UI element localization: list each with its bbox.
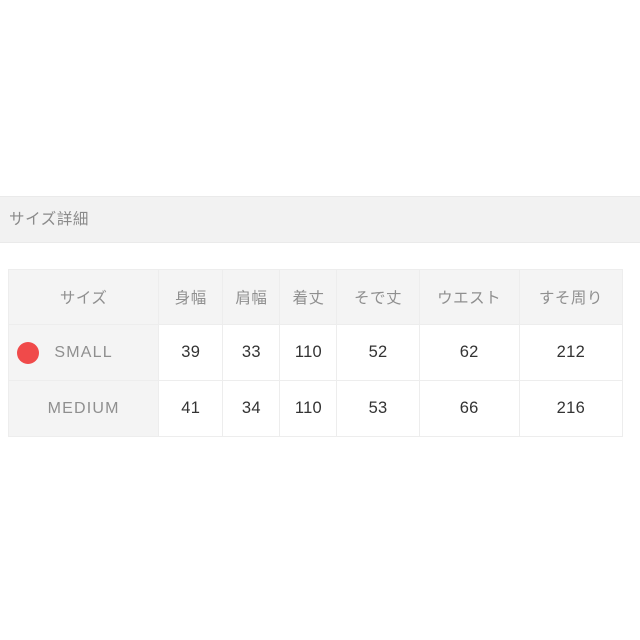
section-header-band: サイズ詳細 [0,196,640,243]
column-header-size: サイズ [7,269,160,325]
band-table-gap [0,243,640,269]
table-header: サイズ 身幅 肩幅 着丈 そで丈 ウエスト すそ周り [7,269,624,325]
size-table-container: サイズ 身幅 肩幅 着丈 そで丈 ウエスト すそ周り SMALL 39 33 1… [7,269,624,437]
cell-hem-circumference: 212 [518,324,624,381]
size-label: SMALL [54,343,113,361]
row-size-label-cell: MEDIUM [7,380,160,437]
size-detail-table: サイズ 身幅 肩幅 着丈 そで丈 ウエスト すそ周り SMALL 39 33 1… [7,269,624,437]
row-size-label-cell: SMALL [7,324,160,381]
top-whitespace [0,0,640,196]
table-row[interactable]: MEDIUM 41 34 110 53 66 216 [7,380,624,437]
cell-garment-length: 110 [279,324,338,381]
cell-garment-length: 110 [279,380,338,437]
selected-size-dot-icon [17,341,39,364]
cell-body-width: 39 [158,324,224,381]
cell-hem-circumference: 216 [518,380,624,437]
column-header-body-width: 身幅 [158,269,224,325]
cell-sleeve-length: 52 [336,324,420,381]
column-header-waist: ウエスト [418,269,520,325]
column-header-garment-length: 着丈 [279,269,338,325]
table-row[interactable]: SMALL 39 33 110 52 62 212 [7,324,624,381]
size-label: MEDIUM [47,399,120,417]
table-header-row: サイズ 身幅 肩幅 着丈 そで丈 ウエスト すそ周り [7,269,624,325]
cell-waist: 66 [418,380,520,437]
column-header-shoulder-width: 肩幅 [222,269,281,325]
column-header-hem-circumference: すそ周り [518,269,624,325]
section-title: サイズ詳細 [9,210,90,228]
column-header-sleeve-length: そで丈 [336,269,420,325]
cell-shoulder-width: 34 [222,380,281,437]
table-body: SMALL 39 33 110 52 62 212 MEDIUM 41 34 1… [7,324,624,437]
cell-shoulder-width: 33 [222,324,281,381]
cell-body-width: 41 [158,380,224,437]
cell-sleeve-length: 53 [336,380,420,437]
cell-waist: 62 [418,324,520,381]
